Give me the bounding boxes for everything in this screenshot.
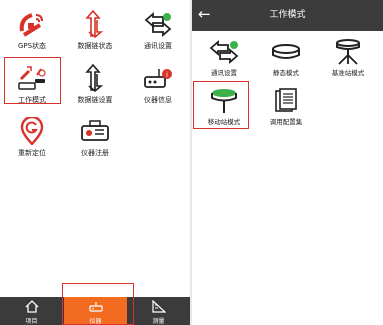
grid-item-label: 重新定位 bbox=[18, 149, 46, 157]
mode-item-base-station[interactable]: 基准站模式 bbox=[318, 38, 378, 86]
grid-item-label: 数据链状态 bbox=[77, 42, 113, 50]
grid-item-label: 仪器注册 bbox=[81, 149, 109, 157]
config-set-icon bbox=[269, 88, 303, 113]
tab-label: 测量 bbox=[152, 317, 165, 325]
grid-item-communication[interactable]: 通讯设置 bbox=[128, 6, 188, 56]
grid-item-gps-status[interactable]: GPS状态 bbox=[2, 6, 62, 56]
home-icon bbox=[25, 298, 39, 317]
left-screen: GPS状态 数据链状态 通讯设置 工作模式 数据链设置 i 仪器信息 重新定位 … bbox=[0, 0, 190, 325]
base-station-icon bbox=[331, 39, 365, 65]
selection-highlight bbox=[193, 81, 249, 129]
grid-item-label: 通讯设置 bbox=[144, 42, 172, 50]
header-bar: ← 工作模式 bbox=[192, 0, 383, 31]
mode-item-static[interactable]: 静态模式 bbox=[256, 38, 316, 86]
communication-arrows-icon bbox=[143, 10, 173, 38]
link-arrows-icon bbox=[80, 10, 110, 38]
grid-item-link-settings[interactable]: 数据链设置 bbox=[65, 60, 125, 110]
device-info-icon: i bbox=[143, 64, 173, 92]
ruler-icon bbox=[151, 298, 167, 317]
tab-project[interactable]: 项目 bbox=[0, 297, 63, 325]
mode-item-config-set[interactable]: 调用配置集 bbox=[256, 87, 316, 135]
grid-item-label: GPS状态 bbox=[17, 42, 47, 50]
link-settings-icon bbox=[80, 64, 110, 92]
tab-measure[interactable]: 测量 bbox=[127, 297, 190, 325]
grid-item-device-info[interactable]: i 仪器信息 bbox=[128, 60, 188, 110]
grid-item-label: 数据链设置 bbox=[77, 96, 113, 104]
grid-item-relocate[interactable]: 重新定位 bbox=[2, 113, 62, 163]
selection-highlight bbox=[62, 283, 134, 325]
grid-item-label: 仪器信息 bbox=[144, 96, 172, 104]
mode-item-communication[interactable]: 通讯设置 bbox=[194, 38, 254, 86]
mode-item-label: 基准站模式 bbox=[331, 69, 365, 77]
tab-label: 项目 bbox=[25, 317, 38, 325]
page-title: 工作模式 bbox=[269, 10, 306, 20]
static-receiver-icon bbox=[269, 40, 303, 64]
grid-item-link-status[interactable]: 数据链状态 bbox=[65, 6, 125, 56]
communication-arrows-icon bbox=[207, 40, 241, 64]
svg-text:i: i bbox=[166, 71, 168, 79]
selection-highlight bbox=[4, 57, 61, 104]
grid-item-device-register[interactable]: 仪器注册 bbox=[65, 113, 125, 163]
mode-item-label: 调用配置集 bbox=[269, 118, 303, 126]
mode-item-label: 静态模式 bbox=[273, 69, 299, 77]
device-register-icon bbox=[80, 117, 110, 145]
right-screen: ← 工作模式 通讯设置 静态模式 基准站模式 移动站模式 调用配置集 bbox=[192, 0, 383, 325]
relocate-icon bbox=[17, 117, 47, 145]
satellite-dish-icon bbox=[17, 10, 47, 38]
mode-item-label: 通讯设置 bbox=[211, 69, 237, 77]
